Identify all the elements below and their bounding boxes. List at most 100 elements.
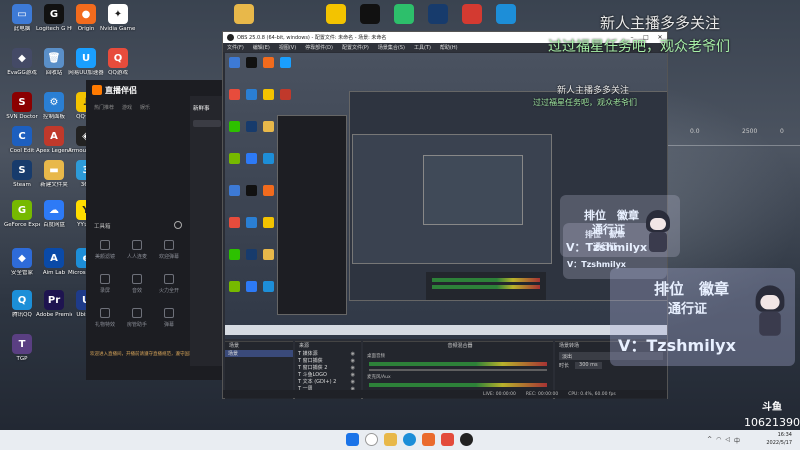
tool-label: 火力全开 (158, 288, 179, 294)
file-explorer-icon[interactable] (384, 433, 397, 446)
preview-overlay-title: 新人主播多多关注 (557, 86, 630, 96)
desktop-icon[interactable]: A Apex Legends (36, 126, 72, 164)
desktop-icon[interactable]: 🗑 回收站 (36, 48, 72, 86)
desktop-icon-label: Cool Edit (9, 148, 35, 154)
tool-label: 音效 (131, 288, 142, 294)
edge-icon[interactable] (403, 433, 416, 446)
nested-obs-preview-3 (423, 155, 523, 225)
desktop-icon[interactable]: ● Origin (68, 4, 104, 42)
source-item[interactable]: T 媒体源 ◉ (295, 350, 361, 358)
clock-date: 2022/5/17 (766, 440, 792, 446)
desktop-icon[interactable]: G GeForce Experience (4, 200, 40, 238)
visibility-eye-icon[interactable]: ◉ (351, 358, 355, 364)
source-label: T 文本 (GDI+) 2 (298, 379, 337, 385)
source-item[interactable]: T 窗口捕获 ◉ (295, 357, 361, 365)
menu-docks[interactable]: 停靠部件(D) (305, 44, 333, 51)
menu-view[interactable]: 视图(V) (279, 44, 296, 51)
tool-item[interactable]: 录屏 (88, 274, 122, 294)
tab-games[interactable]: 游戏 (122, 104, 132, 111)
tools-collapse-icon[interactable] (174, 221, 182, 229)
store-icon[interactable] (422, 433, 435, 446)
desktop-icon[interactable]: T TGP (4, 334, 40, 372)
preview-app-icon (263, 57, 274, 68)
tab-entertainment[interactable]: 娱乐 (140, 104, 150, 111)
tool-icon (100, 274, 110, 284)
wifi-icon[interactable]: ◠ (716, 436, 721, 445)
tool-item[interactable]: 人人连麦 (120, 240, 154, 260)
nested-mixer (426, 272, 546, 300)
source-item[interactable]: T 文本 (GDI+) 2 ◉ (295, 378, 361, 386)
preview-app-icon (263, 281, 274, 292)
tool-item[interactable]: 火力全开 (152, 274, 186, 294)
preview-app-icon (246, 217, 257, 228)
desktop-icon[interactable]: Pr Adobe Premiere (36, 290, 72, 328)
app-icon: ⚙ (44, 92, 64, 112)
mixer-track-desktop: 桌面音频 (367, 354, 385, 359)
mixer-meter-desktop[interactable] (369, 362, 547, 366)
menu-help[interactable]: 帮助(H) (440, 44, 458, 51)
room-id: 10621390 (744, 416, 800, 429)
mixer-fader-desktop[interactable] (369, 369, 547, 371)
visibility-eye-icon[interactable]: ◉ (351, 351, 355, 357)
menu-scene-collection[interactable]: 场景集合(S) (378, 44, 405, 51)
live-app-taskbar-icon[interactable] (441, 433, 454, 446)
preview-app-icon (263, 185, 274, 196)
preview-app-icon (246, 89, 257, 100)
menu-tools[interactable]: 工具(T) (414, 44, 431, 51)
desktop-icon[interactable]: A Aim Lab (36, 248, 72, 286)
preview-app-icon (246, 185, 257, 196)
tool-item[interactable]: 美颜滤镜 (88, 240, 122, 260)
preview-app-icon (229, 281, 240, 292)
tool-item[interactable]: 礼物特效 (88, 308, 122, 328)
desktop-icon[interactable]: ▭ 此电脑 (4, 4, 40, 42)
preview-taskbar (225, 325, 667, 335)
tab-recommend[interactable]: 热门推荐 (94, 104, 114, 111)
volume-icon[interactable]: ◁ (725, 436, 730, 445)
status-rec: REC: 00:00:00 (525, 391, 559, 397)
overlay-top-title: 新人主播多多关注 (600, 14, 721, 32)
desktop-icon[interactable]: ▬ 新建文件夹 (36, 160, 72, 198)
desktop-icon[interactable]: ◆ 安全管家 (4, 248, 40, 286)
tool-icon (100, 308, 110, 318)
desktop-icon[interactable]: ☁ 百度网盘 (36, 200, 72, 238)
visibility-eye-icon[interactable]: ◉ (351, 365, 355, 371)
source-item[interactable]: T 斗鱼LOGO ◉ (295, 371, 361, 379)
side-panel-search[interactable] (193, 120, 221, 127)
visibility-eye-icon[interactable]: ◉ (351, 379, 355, 385)
tray-expand-icon[interactable]: ^ (707, 436, 712, 445)
preview-app-icon (263, 121, 274, 132)
status-cpu: CPU: 0.4%, 60.00 fps (568, 391, 616, 397)
app-icon: U (76, 48, 96, 68)
menu-file[interactable]: 文件(F) (227, 44, 244, 51)
desktop-icon[interactable]: ⚙ 控制面板 (36, 92, 72, 130)
duration-input[interactable]: 300 ms (575, 362, 602, 369)
desktop-icon[interactable]: G Logitech G HUB (36, 4, 72, 42)
desktop-icon[interactable]: C Cool Edit (4, 126, 40, 164)
clock-time: 16:34 (777, 432, 792, 438)
mixer-meter-mic[interactable] (369, 383, 547, 387)
system-tray: ^ ◠ ◁ 中 (707, 436, 740, 445)
source-item[interactable]: T 窗口捕获 2 ◉ (295, 364, 361, 372)
start-icon[interactable] (346, 433, 359, 446)
desktop-icon[interactable]: ◆ EvaGG游戏 (4, 48, 40, 86)
scene-item[interactable]: 场景 (225, 350, 293, 357)
desktop-icon[interactable]: S Steam (4, 160, 40, 198)
tool-item[interactable]: 音效 (120, 274, 154, 294)
tool-item[interactable]: 欢迎弹幕 (152, 240, 186, 260)
nested-obs-preview-2 (352, 134, 552, 264)
menu-edit[interactable]: 编辑(E) (253, 44, 270, 51)
menu-profile[interactable]: 配置文件(P) (342, 44, 369, 51)
obs-taskbar-icon[interactable] (460, 433, 473, 446)
desktop-icon[interactable]: ✦ Nvidia Game Client (100, 4, 136, 42)
tool-item[interactable]: 弹幕 (152, 308, 186, 328)
clock[interactable]: 16:34 2022/5/17 (766, 431, 792, 447)
search-icon[interactable] (365, 433, 378, 446)
input-language[interactable]: 中 (734, 436, 740, 445)
preview-app-icon (246, 57, 257, 68)
tool-item[interactable]: 房管助手 (120, 308, 154, 328)
visibility-eye-icon[interactable]: ◉ (351, 372, 355, 378)
desktop-icon[interactable]: Q 腾讯QQ (4, 290, 40, 328)
nested-live-app (277, 115, 347, 315)
desktop-icon[interactable]: S SVN Doctor (4, 92, 40, 130)
game-hud-stat-b: 2500 (742, 128, 758, 135)
